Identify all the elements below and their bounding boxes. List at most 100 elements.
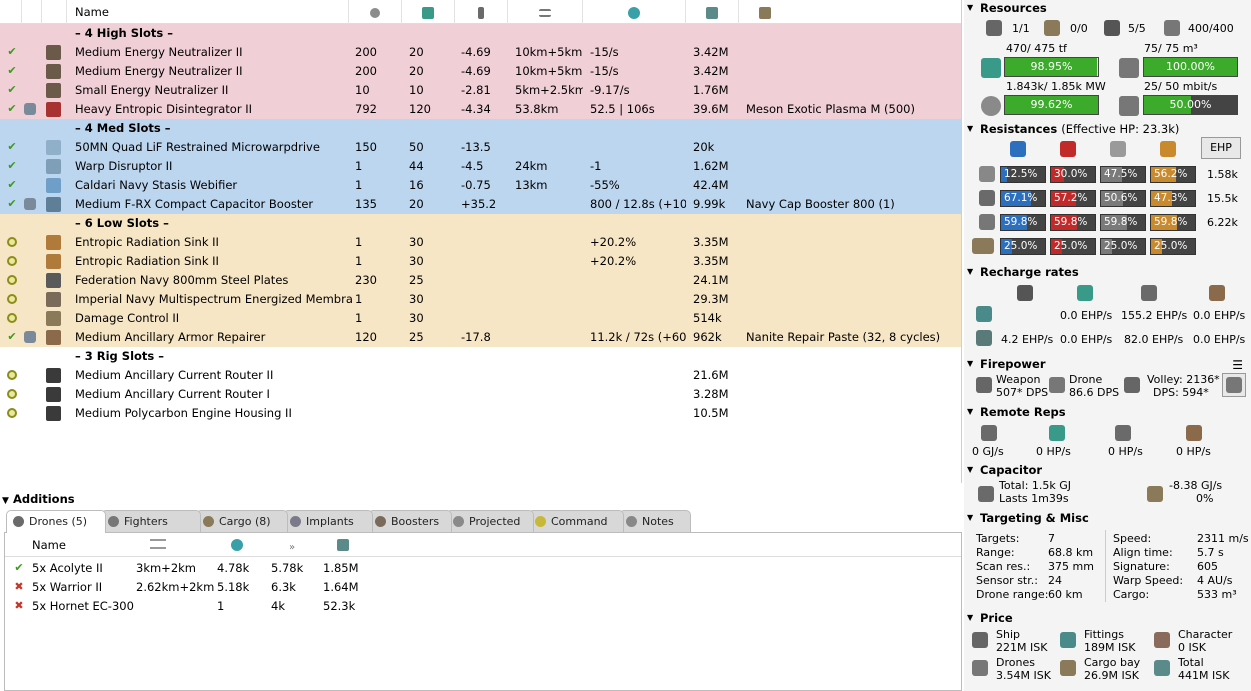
online-check-icon[interactable]: ✔: [6, 103, 18, 115]
price-value: 0 ISK: [1178, 641, 1206, 654]
online-check-icon[interactable]: ✔: [6, 65, 18, 77]
active-check-icon[interactable]: ✔: [13, 562, 25, 574]
module-c6: 3.35M: [693, 235, 729, 249]
offline-state-icon[interactable]: [7, 370, 17, 380]
header-powergrid[interactable]: [402, 0, 455, 24]
capacitor-title[interactable]: Capacitor: [964, 462, 1251, 478]
offline-state-icon[interactable]: [7, 408, 17, 418]
module-c6: 21.6M: [693, 368, 729, 382]
drones-header-name[interactable]: Name: [32, 535, 66, 554]
online-check-icon[interactable]: ✔: [6, 179, 18, 191]
ehp-toggle-button[interactable]: EHP: [1201, 137, 1241, 159]
header-range[interactable]: [508, 0, 583, 24]
header-ammo[interactable]: [739, 0, 961, 24]
module-c2: 30: [409, 292, 424, 306]
online-check-icon[interactable]: ✔: [6, 160, 18, 172]
tab-drones[interactable]: Drones (5): [6, 510, 106, 533]
header-capacitor[interactable]: [455, 0, 508, 24]
offline-state-icon[interactable]: [7, 313, 17, 323]
module-row[interactable]: ✔ Small Energy Neutralizer II 10 10 -2.81 5km…: [0, 81, 961, 100]
inactive-x-icon[interactable]: ✖: [13, 581, 25, 593]
module-row[interactable]: ✔ Caldari Navy Stasis Webifier 1 16 -0.75 13k…: [0, 176, 961, 195]
module-icon: [46, 102, 61, 117]
menu-icon[interactable]: ☰: [1232, 357, 1243, 373]
module-charge: [746, 385, 960, 404]
tab-projected[interactable]: Projected: [446, 510, 534, 532]
header-state-col[interactable]: [0, 0, 22, 24]
drones-header: Name »: [5, 535, 961, 557]
header-charge-col[interactable]: [22, 0, 42, 24]
header-effect[interactable]: [583, 0, 686, 24]
module-row[interactable]: ✔ Medium Ancillary Armor Repairer 120 25 -17…: [0, 328, 961, 347]
firepower-title[interactable]: Firepower☰: [964, 356, 1251, 372]
tab-cargo[interactable]: Cargo (8): [196, 510, 288, 532]
tab-notes[interactable]: Notes: [619, 510, 691, 532]
header-cpu[interactable]: [349, 0, 402, 24]
resist-value: 50.6%: [1104, 192, 1138, 204]
module-name: Caldari Navy Stasis Webifier: [75, 178, 238, 192]
online-check-icon[interactable]: ✔: [6, 331, 18, 343]
online-check-icon[interactable]: ✔: [6, 84, 18, 96]
module-c4: [515, 404, 583, 423]
weapon-label: Weapon: [996, 373, 1041, 386]
targeting-title[interactable]: Targeting & Misc: [964, 510, 1251, 526]
price-title[interactable]: Price: [964, 610, 1251, 626]
module-row[interactable]: ✔ Medium F-RX Compact Capacitor Booster 13…: [0, 195, 961, 214]
remote-reps-title[interactable]: Remote Reps: [964, 404, 1251, 420]
header-name[interactable]: Name: [67, 0, 349, 24]
price-icon: [337, 539, 349, 551]
tab-command[interactable]: Command: [528, 510, 624, 532]
online-check-icon[interactable]: ✔: [6, 46, 18, 58]
module-row[interactable]: Medium Ancillary Current Router II 21.6M: [0, 366, 961, 385]
offline-state-icon[interactable]: [7, 237, 17, 247]
offline-state-icon[interactable]: [7, 389, 17, 399]
tab-fighters[interactable]: Fighters: [101, 510, 201, 532]
header-icon-col[interactable]: [42, 0, 67, 24]
collapse-icon[interactable]: ▼: [2, 496, 9, 506]
module-row[interactable]: Entropic Radiation Sink II 1 30 +20.2% 3.35M: [0, 252, 961, 271]
drone-row[interactable]: ✖ 5x Warrior II 2.62km+2km 5.18k 6.3k 1.64M: [5, 577, 961, 597]
weapon-icon: [976, 377, 992, 393]
module-row[interactable]: Federation Navy 800mm Steel Plates 230 25 2…: [0, 271, 961, 290]
online-check-icon[interactable]: ✔: [6, 198, 18, 210]
recharge-title[interactable]: Recharge rates: [964, 264, 1251, 280]
module-c1: 135: [355, 197, 377, 211]
module-row[interactable]: ✔ Warp Disruptor II 1 44 -4.5 24km -1 1.62M: [0, 157, 961, 176]
online-check-icon[interactable]: ✔: [6, 141, 18, 153]
targeting-divider: [1105, 530, 1106, 602]
tab-implants[interactable]: Implants: [283, 510, 373, 532]
offline-state-icon[interactable]: [7, 256, 17, 266]
em-damage-icon: [1010, 141, 1026, 157]
module-c3: -2.81: [461, 83, 491, 97]
module-row[interactable]: Medium Ancillary Current Router I 3.28M: [0, 385, 961, 404]
price-label: Total: [1178, 656, 1204, 669]
module-row[interactable]: Damage Control II 1 30 514k: [0, 309, 961, 328]
module-row[interactable]: ✔ Medium Energy Neutralizer II 200 20 -4.69 1…: [0, 43, 961, 62]
drone-row[interactable]: ✔ 5x Acolyte II 3km+2km 4.78k 5.78k 1.85M: [5, 558, 961, 578]
additions-section[interactable]: ▼ Additions: [0, 490, 962, 508]
fighter-abilities-button[interactable]: [1222, 373, 1246, 397]
module-c5: [590, 404, 686, 423]
module-row[interactable]: Entropic Radiation Sink II 1 30 +20.2% 3.35M: [0, 233, 961, 252]
module-icon: [46, 178, 61, 193]
module-row[interactable]: Medium Polycarbon Engine Housing II 10.5M: [0, 404, 961, 423]
resources-title[interactable]: Resources: [964, 0, 1251, 16]
offline-state-icon[interactable]: [7, 275, 17, 285]
header-price[interactable]: [686, 0, 739, 24]
module-name: Warp Disruptor II: [75, 159, 173, 173]
slot-header-label: – 4 Med Slots –: [75, 121, 171, 135]
module-c6: 1.62M: [693, 159, 729, 173]
module-c3: -4.5: [461, 159, 484, 173]
slot-header-label: – 3 Rig Slots –: [75, 349, 165, 363]
tab-icon: [13, 516, 24, 527]
inactive-x-icon[interactable]: ✖: [13, 600, 25, 612]
drone-row[interactable]: ✖ 5x Hornet EC-300 1 4k 52.3k: [5, 596, 961, 616]
tab-boosters[interactable]: Boosters: [368, 510, 452, 532]
module-row[interactable]: ✔ Heavy Entropic Disintegrator II 792 120 -4…: [0, 100, 961, 119]
module-row[interactable]: ✔ Medium Energy Neutralizer II 200 20 -4.69 1…: [0, 62, 961, 81]
module-row[interactable]: ✔ 50MN Quad LiF Restrained Microwarpdrive…: [0, 138, 961, 157]
module-row[interactable]: Imperial Navy Multispectrum Energized Me…: [0, 290, 961, 309]
resistances-title[interactable]: Resistances (Effective HP: 23.3k): [964, 121, 1251, 137]
module-c3: -13.5: [461, 140, 491, 154]
offline-state-icon[interactable]: [7, 294, 17, 304]
